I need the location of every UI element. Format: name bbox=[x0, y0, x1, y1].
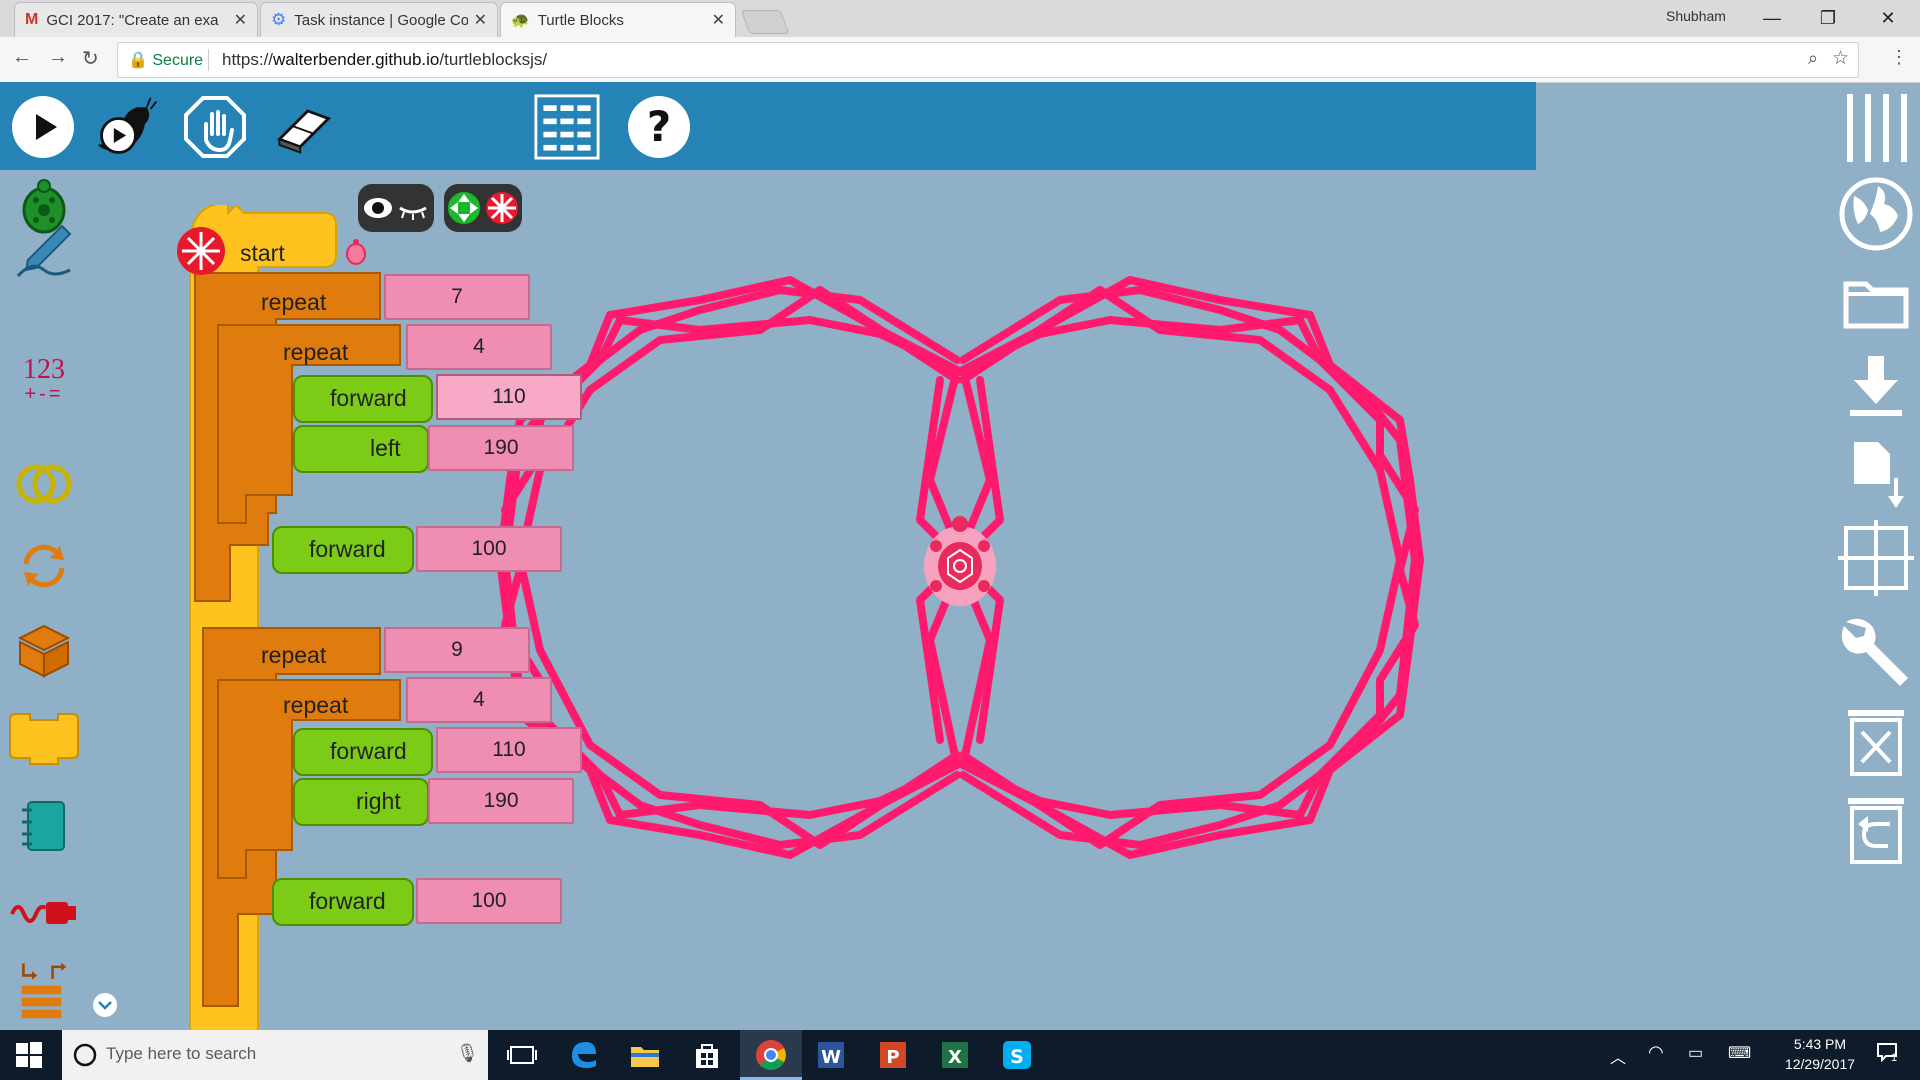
distance-input[interactable]: 110 bbox=[436, 374, 582, 420]
repeat-count-input[interactable]: 7 bbox=[384, 274, 530, 320]
svg-text:S: S bbox=[1010, 1046, 1024, 1068]
action-center-icon[interactable]: 1 bbox=[1876, 1042, 1906, 1068]
keyboard-icon[interactable]: ⌨ bbox=[1728, 1043, 1751, 1063]
distance-input[interactable]: 100 bbox=[416, 526, 562, 572]
chrome-taskbar-button[interactable] bbox=[740, 1030, 802, 1080]
start-turtle-icon bbox=[346, 239, 366, 265]
taskbar-search[interactable]: Type here to search 🎙 bbox=[62, 1030, 488, 1080]
forward-block-label: forward bbox=[330, 385, 407, 411]
skype-icon[interactable]: S bbox=[1000, 1038, 1034, 1072]
wrench-icon[interactable] bbox=[1838, 612, 1914, 688]
download-icon[interactable] bbox=[1838, 348, 1914, 424]
svg-text:P: P bbox=[886, 1047, 899, 1068]
taskbar-clock[interactable]: 5:43 PM 12/29/2017 bbox=[1770, 1034, 1870, 1074]
restore-trash-icon[interactable] bbox=[1838, 790, 1914, 866]
right-block-label: right bbox=[356, 788, 401, 814]
notification-count: 1 bbox=[1891, 1052, 1898, 1064]
forward-block-label: forward bbox=[309, 888, 386, 914]
distance-input[interactable]: 100 bbox=[416, 878, 562, 924]
clock-date: 12/29/2017 bbox=[1784, 1056, 1856, 1072]
excel-icon[interactable]: X bbox=[938, 1038, 972, 1072]
left-block-label: left bbox=[370, 435, 401, 461]
globe-icon[interactable] bbox=[1838, 176, 1914, 252]
repeat-block-label[interactable]: repeat bbox=[261, 642, 326, 669]
angle-input[interactable]: 190 bbox=[428, 778, 574, 824]
angle-input[interactable]: 190 bbox=[428, 425, 574, 471]
clock-time: 5:43 PM bbox=[1793, 1036, 1847, 1052]
grid-icon[interactable] bbox=[1838, 520, 1914, 596]
save-plugin-icon[interactable] bbox=[1838, 434, 1914, 510]
task-view-icon[interactable] bbox=[505, 1038, 539, 1072]
repeat-block-label[interactable]: repeat bbox=[261, 289, 326, 316]
repeat-count-input[interactable]: 4 bbox=[406, 324, 552, 370]
store-icon[interactable] bbox=[690, 1038, 724, 1072]
start-block-label[interactable]: start bbox=[240, 240, 285, 267]
left-block[interactable] bbox=[293, 425, 429, 473]
open-folder-icon[interactable] bbox=[1838, 262, 1914, 338]
collapse-start-icon[interactable] bbox=[176, 226, 226, 276]
repeat-count-input[interactable]: 9 bbox=[384, 627, 530, 673]
chrome-icon bbox=[756, 1040, 786, 1070]
file-explorer-icon[interactable] bbox=[628, 1038, 662, 1072]
repeat-block-label[interactable]: repeat bbox=[283, 692, 348, 719]
wifi-icon[interactable]: ◠ bbox=[1648, 1042, 1664, 1063]
distance-input[interactable]: 110 bbox=[436, 727, 582, 773]
cortana-icon bbox=[73, 1043, 97, 1067]
microphone-icon[interactable]: 🎙 bbox=[456, 1043, 479, 1064]
powerpoint-icon[interactable]: P bbox=[876, 1038, 910, 1072]
battery-icon[interactable]: ▭ bbox=[1688, 1043, 1703, 1063]
svg-text:X: X bbox=[948, 1047, 962, 1068]
word-icon[interactable]: W bbox=[814, 1038, 848, 1072]
repeat-count-input[interactable]: 4 bbox=[406, 677, 552, 723]
forward-block-label: forward bbox=[309, 536, 386, 562]
search-placeholder: Type here to search bbox=[106, 1044, 257, 1063]
edge-icon[interactable] bbox=[566, 1038, 600, 1072]
turtle-sprite[interactable] bbox=[920, 510, 1000, 608]
repeat-block-label[interactable]: repeat bbox=[283, 339, 348, 366]
svg-text:W: W bbox=[821, 1047, 841, 1068]
delete-trash-icon[interactable] bbox=[1838, 702, 1914, 778]
menu-bars-icon[interactable] bbox=[1838, 90, 1914, 166]
show-hidden-icons-icon[interactable]: ︿ bbox=[1610, 1044, 1626, 1068]
forward-block-label: forward bbox=[330, 738, 407, 764]
windows-taskbar: Type here to search 🎙 W P X S ︿ ◠ ▭ ⌨ 5:… bbox=[0, 1030, 1920, 1080]
windows-start-icon[interactable] bbox=[14, 1040, 44, 1070]
